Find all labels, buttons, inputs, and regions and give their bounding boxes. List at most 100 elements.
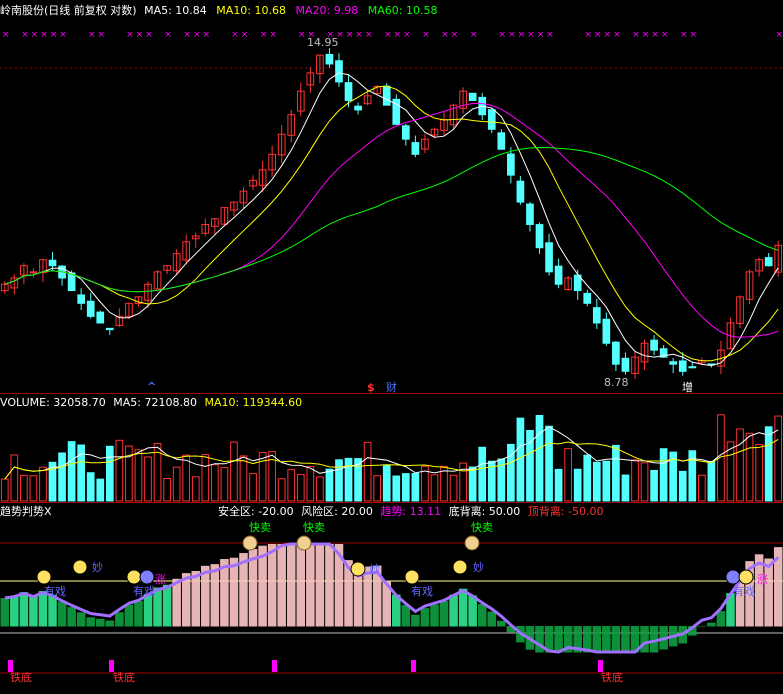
iron-bottom-marker (272, 660, 277, 672)
trend-label: 趋势: 13.11 (380, 505, 442, 518)
volume-bar (335, 459, 343, 502)
signal-face-icon (36, 569, 52, 585)
volume-bar (736, 428, 744, 502)
trend-bar (707, 622, 716, 627)
trend-bar (67, 607, 76, 627)
indicator-header: 安全区: -20.00 风险区: 20.00 趋势: 13.11 底背离: 50… (218, 505, 603, 518)
volume-bar (58, 452, 66, 502)
volume-bar (621, 474, 630, 502)
volume-bar (592, 461, 601, 502)
trend-bar (0, 598, 10, 627)
indicator-panel[interactable]: 趋势判势X 安全区: -20.00 风险区: 20.00 趋势: 13.11 底… (0, 503, 783, 694)
volume-chart[interactable] (0, 394, 783, 502)
ma20-label: MA20: 9.98 (295, 4, 359, 17)
candle-body (29, 271, 38, 274)
candle-body (764, 257, 773, 267)
volume-bar (306, 466, 315, 502)
trend-bar (697, 625, 707, 627)
candle-body (669, 361, 678, 365)
price-chart[interactable]: × × × × × × × × × × × × × × × × × × × × × × × × × × × × × × × × × × × × × × × ×… (0, 0, 783, 393)
signal-x-mark: × (642, 30, 650, 40)
signal-x-mark: × (775, 30, 783, 40)
volume-bar (392, 475, 401, 502)
ma10-label: MA10: 10.68 (216, 4, 287, 17)
volume-bar (583, 454, 592, 502)
signal-x-mark: × (680, 30, 688, 40)
volume-bar (29, 475, 38, 502)
signal-x-mark: × (441, 30, 449, 40)
signal-x-mark: × (126, 30, 134, 40)
trend-bar (458, 588, 468, 627)
signal-x-mark: × (422, 30, 430, 40)
candle-body (621, 357, 630, 372)
stock-title: 岭南股份(日线 前复权 对数) (0, 4, 137, 17)
trend-bar (10, 596, 19, 627)
volume-header: VOLUME: 32058.70 MA5: 72108.80 MA10: 119… (0, 396, 302, 409)
money-bag-icon (464, 535, 480, 551)
trend-bar (487, 611, 497, 627)
candle-body (507, 153, 515, 176)
signal-face-icon (350, 561, 366, 577)
signal-x-mark: × (31, 30, 39, 40)
candle-body (526, 203, 534, 225)
volume-bar (67, 441, 76, 502)
candle-body (650, 339, 658, 351)
signal-face-icon (72, 559, 88, 575)
signal-x-mark: × (241, 30, 249, 40)
candle-body (535, 224, 544, 249)
volume-bar (268, 451, 276, 502)
trend-bar (477, 603, 487, 627)
candle-body (401, 125, 410, 140)
trend-bar (172, 578, 181, 627)
signal-x-mark: × (537, 30, 545, 40)
marker-caret[interactable]: ^ (147, 380, 156, 393)
signal-iron-bottom-1: 铁底 (10, 671, 32, 684)
volume-bar (105, 445, 114, 502)
trend-bar (29, 596, 38, 627)
indicator-chart[interactable] (0, 503, 783, 694)
signal-x-mark: × (394, 30, 402, 40)
volume-bar (678, 470, 687, 502)
signal-sell-3: 快卖 (471, 521, 493, 534)
ma20-line (4, 103, 779, 338)
volume-bar (640, 462, 649, 502)
signal-x-mark: × (40, 30, 48, 40)
trend-bar (401, 604, 411, 627)
volume-bar (755, 443, 763, 502)
trend-bar (57, 601, 67, 627)
top-divergence-label: 顶背离: -50.00 (527, 505, 604, 518)
candle-body (612, 341, 620, 365)
high-price-label: 14.95 (307, 36, 339, 49)
volume-bar (0, 478, 9, 502)
trend-bar (95, 618, 105, 627)
candle-body (516, 180, 525, 203)
volume-panel[interactable]: VOLUME: 32058.70 MA5: 72108.80 MA10: 119… (0, 394, 783, 502)
signal-x-mark: × (203, 30, 211, 40)
signal-x-mark: × (298, 30, 306, 40)
candle-body (487, 109, 496, 130)
volume-bar (430, 474, 439, 502)
volume-bar (516, 417, 525, 502)
trend-bar (640, 626, 649, 653)
volume-bar (10, 454, 19, 502)
volume-bar (125, 445, 133, 502)
price-panel[interactable]: × × × × × × × × × × × × × × × × × × × × × × × × × × × × × × × × × × × × × × × ×… (0, 0, 783, 394)
ma5-line (4, 72, 779, 367)
signal-x-mark: × (508, 30, 516, 40)
volume-bar (449, 474, 458, 502)
signal-x-mark: × (269, 30, 277, 40)
volume-bar (382, 464, 391, 502)
volume-bar (602, 460, 611, 502)
volume-bar (230, 441, 238, 502)
signal-x-mark: × (97, 30, 105, 40)
volume-bar (86, 472, 95, 502)
candle-body (545, 242, 553, 273)
volume-bar (697, 474, 706, 502)
trend-bar (315, 544, 325, 627)
signal-wonderful-3: 妙 (473, 561, 484, 574)
volume-bar (172, 466, 181, 502)
volume-bar (573, 468, 582, 502)
candle-body (325, 53, 334, 65)
trend-bar (439, 600, 449, 627)
volume-bar (20, 474, 28, 502)
